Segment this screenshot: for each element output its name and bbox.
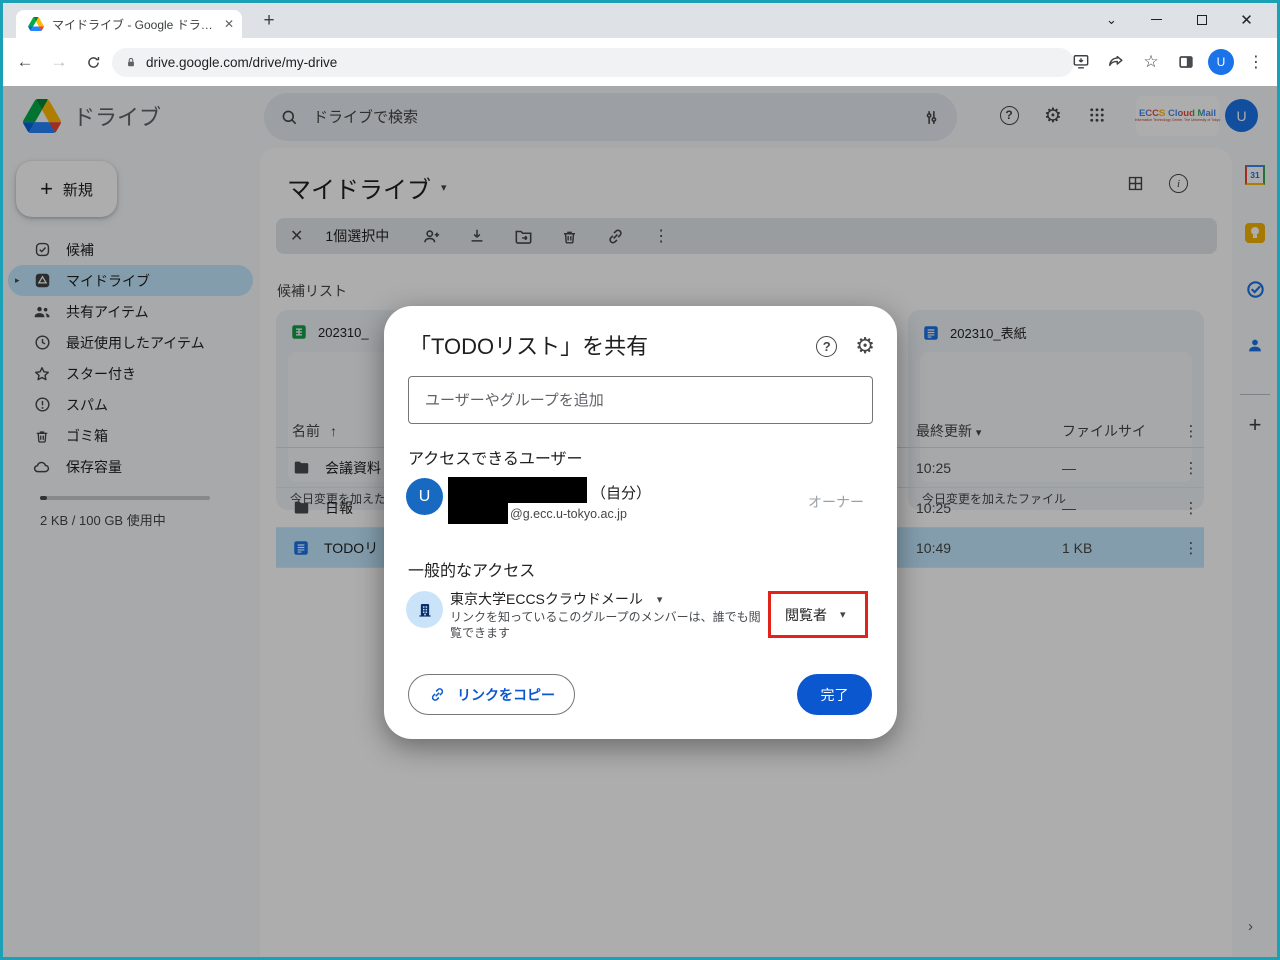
drive-favicon [28,17,44,31]
owner-role-label: オーナー [808,494,864,510]
caret-down-icon: ▾ [656,593,663,606]
done-button[interactable]: 完了 [797,674,872,715]
redaction-tape-email [448,503,508,524]
browser-toolbar: ← → drive.google.com/drive/my-drive ☆ U … [3,38,1277,86]
group-avatar [406,591,443,628]
browser-avatar[interactable]: U [1208,49,1234,75]
url-text: drive.google.com/drive/my-drive [146,55,338,70]
owner-email-domain: @g.ecc.u-tokyo.ac.jp [510,507,627,521]
install-icon[interactable] [1068,49,1094,75]
browser-tab[interactable]: マイドライブ - Google ドライブ ✕ [16,10,242,38]
owner-avatar: U [406,478,443,515]
bookmark-star-icon[interactable]: ☆ [1138,49,1164,75]
drive-app: ドライブ ? ⚙ ECCS Cloud Mail Information Tec… [3,86,1277,957]
reload-button[interactable] [79,48,107,76]
share-dialog: 「TODOリスト」を共有 ? ⚙ アクセスできるユーザー U （自分） @g.e… [384,306,897,739]
caret-down-icon: ▾ [840,609,846,621]
role-dropdown-highlight[interactable]: 閲覧者 ▾ [768,591,868,638]
tab-strip: マイドライブ - Google ドライブ ✕ + ⌄ ✕ [3,3,1277,38]
window-close-button[interactable]: ✕ [1224,3,1269,36]
minimize-button[interactable] [1134,3,1179,36]
lock-icon [128,57,134,67]
group-access-description: リンクを知っているこのグループのメンバーは、誰でも閲覧できます [450,610,761,640]
back-button[interactable]: ← [11,48,39,76]
link-icon [431,688,444,701]
tab-search-icon[interactable]: ⌄ [1089,3,1134,36]
side-panel-icon[interactable] [1173,49,1199,75]
dialog-title: 「TODOリスト」を共有 [409,334,649,359]
role-label: 閲覧者 [785,606,827,623]
tab-close-icon[interactable]: ✕ [224,17,234,31]
general-access-heading: 一般的なアクセス [408,563,536,580]
redaction-tape-name [448,477,587,503]
dialog-help-icon[interactable]: ? [816,335,838,357]
forward-button[interactable]: → [45,48,73,76]
copy-link-button[interactable]: リンクをコピー [408,674,575,715]
building-icon [418,603,431,617]
owner-self-label: （自分） [591,485,652,502]
add-people-input[interactable] [408,376,873,424]
group-access-dropdown[interactable]: 東京大学ECCSクラウドメール ▾ [450,589,662,609]
share-icon[interactable] [1103,49,1129,75]
screen-share-frame: マイドライブ - Google ドライブ ✕ + ⌄ ✕ ← → drive.g… [0,0,1280,960]
dialog-settings-icon[interactable]: ⚙ [855,333,875,359]
access-heading: アクセスできるユーザー [408,451,583,468]
tab-title: マイドライブ - Google ドライブ [52,17,216,32]
new-tab-button[interactable]: + [255,7,283,35]
maximize-button[interactable] [1179,3,1224,36]
copy-link-label: リンクをコピー [457,686,555,703]
browser-menu-icon[interactable]: ⋮ [1243,49,1269,75]
url-bar[interactable]: drive.google.com/drive/my-drive [112,48,1074,77]
